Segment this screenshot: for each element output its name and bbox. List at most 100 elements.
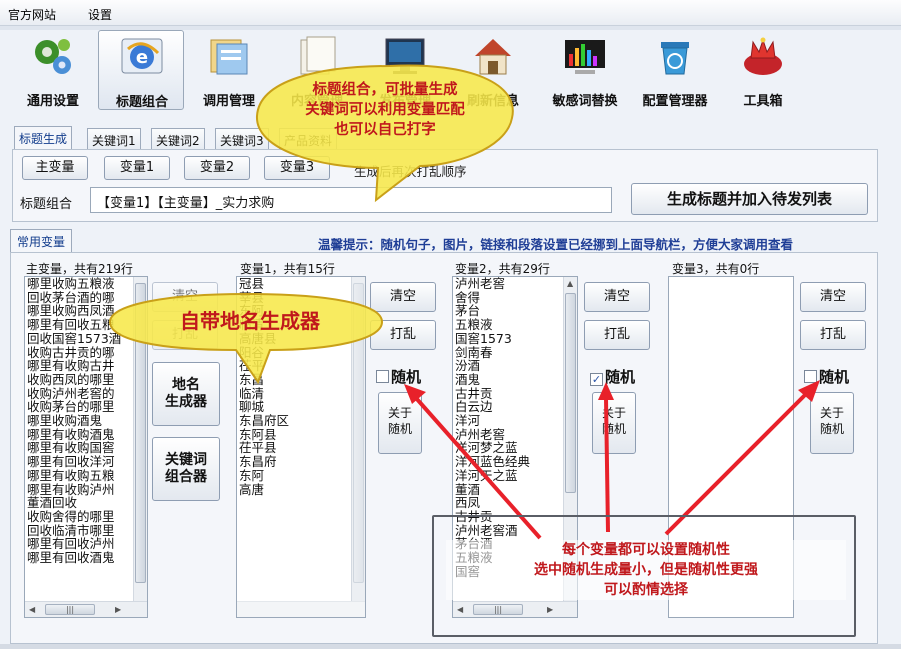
menu-official-site[interactable]: 官方网站 xyxy=(8,6,56,23)
list-item[interactable]: 东阿 xyxy=(239,469,351,483)
list-item[interactable]: 汾酒 xyxy=(455,359,563,373)
tab-keyword1[interactable]: 关键词1 xyxy=(87,128,141,150)
list-item[interactable]: 阳谷 xyxy=(239,345,351,360)
toolbar-config-manager[interactable]: 配置管理器 xyxy=(632,30,718,110)
list-item[interactable]: 哪里收购西凤酒 xyxy=(27,304,133,318)
list-item[interactable]: 古井贡 xyxy=(455,386,563,401)
list-item[interactable]: 董酒 xyxy=(455,482,563,497)
var3-about-random-button[interactable]: 关于 随机 xyxy=(810,392,854,454)
list-item[interactable]: 董酒回收 xyxy=(27,496,133,510)
var3-clear-button[interactable]: 清空 xyxy=(800,282,866,312)
list-item[interactable]: 五粮液 xyxy=(455,318,563,332)
list-item[interactable]: 舍得 xyxy=(455,290,563,305)
list-item[interactable]: 东阿县 xyxy=(239,428,351,442)
list-item[interactable]: 茅台 xyxy=(455,304,563,318)
list-item[interactable]: 泸州老窖 xyxy=(455,277,563,291)
tab-keyword3[interactable]: 关键词3 xyxy=(215,128,269,150)
list-item[interactable]: 哪里有收购泸州 xyxy=(27,482,133,497)
list-item[interactable]: 临清 xyxy=(239,386,351,401)
var3-shuffle-button[interactable]: 打乱 xyxy=(800,320,866,350)
var3-random-checkbox[interactable]: 随机 xyxy=(804,366,849,387)
var1-count: 变量1，共有15行 xyxy=(240,262,335,276)
list-item[interactable]: 洋河梦之蓝 xyxy=(455,441,563,455)
list-item[interactable]: 哪里有收购古井 xyxy=(27,359,133,373)
folders-icon xyxy=(210,39,248,75)
var2-about-random-button[interactable]: 关于 随机 xyxy=(592,392,636,454)
tab-common-vars[interactable]: 常用变量 xyxy=(10,229,73,253)
list-item[interactable]: 洋河天之蓝 xyxy=(455,469,563,483)
list-item[interactable]: 回收茅台酒的哪 xyxy=(27,290,133,305)
place-name-generator-button[interactable]: 地名 生成器 xyxy=(152,362,220,426)
toolbar-label: 敏感词替换 xyxy=(552,94,618,109)
scroll-left-icon[interactable]: ◀ xyxy=(29,605,35,614)
generate-title-button[interactable]: 生成标题并加入待发列表 xyxy=(631,183,868,215)
list-item[interactable]: 收购泸州老窖的 xyxy=(27,386,133,401)
list-item[interactable]: 收购古井贡的哪 xyxy=(27,345,133,360)
list-item[interactable]: 西凤 xyxy=(455,496,563,510)
list-item[interactable]: 回收国窖1573酒 xyxy=(27,332,133,346)
main-var-button[interactable]: 主变量 xyxy=(22,156,88,180)
list-item[interactable]: 国窖1573 xyxy=(455,332,563,346)
checkbox-box[interactable] xyxy=(804,370,817,383)
list-item[interactable]: 高唐 xyxy=(239,482,351,497)
var3-button[interactable]: 变量3 xyxy=(264,156,330,180)
keyword-combiner-button[interactable]: 关键词 组合器 xyxy=(152,437,220,501)
list-item[interactable]: 哪里有收购国窖 xyxy=(27,441,133,455)
var1-button[interactable]: 变量1 xyxy=(104,156,170,180)
list-item[interactable]: 哪里有回收五粮 xyxy=(27,318,133,332)
list-item[interactable]: 茌平 xyxy=(239,359,351,373)
list-item[interactable]: 茌平县 xyxy=(239,441,351,455)
house-icon xyxy=(475,39,511,75)
list-item[interactable]: 哪里收购五粮液 xyxy=(27,277,133,291)
checkbox-box[interactable] xyxy=(376,370,389,383)
title-combo-input[interactable]: 【变量1】【主变量】_实力求购 xyxy=(90,187,612,213)
checkbox-box[interactable]: ✓ xyxy=(590,373,603,386)
list-item[interactable]: 白云边 xyxy=(455,400,563,414)
list-item[interactable]: 收购舍得的哪里 xyxy=(27,510,133,524)
top-callout-text: 标题组合，可批量生成 关键词可以利用变量匹配 也可以自己打字 xyxy=(305,82,465,138)
scroll-right-icon[interactable]: ▶ xyxy=(115,605,121,614)
list-item[interactable]: 东昌府 xyxy=(239,455,351,469)
toolbar-title-combo[interactable]: e 标题组合 xyxy=(98,30,184,110)
list-item[interactable]: 莘县 xyxy=(239,290,351,305)
var2-shuffle-button[interactable]: 打乱 xyxy=(584,320,650,350)
list-item[interactable]: 哪里收购酒鬼 xyxy=(27,414,133,428)
list-item[interactable]: 哪里有收购五粮 xyxy=(27,469,133,483)
tab-keyword2[interactable]: 关键词2 xyxy=(151,128,205,150)
scroll-thumb[interactable] xyxy=(565,293,576,493)
list-item[interactable]: 哪里有回收泸州 xyxy=(27,537,133,551)
list-item[interactable]: 收购西凤的哪里 xyxy=(27,373,133,387)
list-item[interactable]: 东昌府区 xyxy=(239,414,351,428)
list-item[interactable]: 哪里有回收洋河 xyxy=(27,455,133,469)
scroll-up-icon[interactable]: ▲ xyxy=(567,279,573,288)
menu-settings[interactable]: 设置 xyxy=(88,6,112,23)
toolbar-general-settings[interactable]: 通用设置 xyxy=(10,30,96,110)
list-item[interactable]: 洋河 xyxy=(455,414,563,428)
list-item[interactable]: 酒鬼 xyxy=(455,373,563,387)
list-item[interactable]: 聊城 xyxy=(239,400,351,414)
var2-random-checkbox[interactable]: ✓ 随机 xyxy=(590,366,635,387)
var1-random-checkbox[interactable]: 随机 xyxy=(376,366,421,387)
main-var-hscroll[interactable]: ◀ ||| ▶ xyxy=(25,601,147,617)
list-item[interactable]: 哪里有收购酒鬼 xyxy=(27,428,133,442)
var2-clear-button[interactable]: 清空 xyxy=(584,282,650,312)
var2-button[interactable]: 变量2 xyxy=(184,156,250,180)
toolbar-label: 标题组合 xyxy=(115,95,168,110)
list-item[interactable]: 回收临清市哪里 xyxy=(27,523,133,538)
toolbar-toolbox[interactable]: 工具箱 xyxy=(720,30,806,110)
scroll-thumb[interactable]: ||| xyxy=(45,604,95,615)
monitor-icon xyxy=(385,38,425,74)
toolbar-call-manage[interactable]: 调用管理 xyxy=(186,30,272,110)
var1-about-random-button[interactable]: 关于 随机 xyxy=(378,392,422,454)
tab-title-generate[interactable]: 标题生成 xyxy=(14,126,73,150)
list-item[interactable]: 东昌 xyxy=(239,373,351,387)
random-label: 随机 xyxy=(819,368,850,386)
var1-hscroll[interactable] xyxy=(237,601,365,617)
list-item[interactable]: 泸州老窖 xyxy=(455,428,563,442)
list-item[interactable]: 洋河蓝色经典 xyxy=(455,455,563,469)
list-item[interactable]: 剑南春 xyxy=(455,345,563,360)
list-item[interactable]: 哪里有回收酒鬼 xyxy=(27,551,133,565)
list-item[interactable]: 收购茅台的哪里 xyxy=(27,400,133,414)
list-item[interactable]: 冠县 xyxy=(239,277,351,291)
toolbar-sensitive-replace[interactable]: 敏感词替换 xyxy=(542,30,628,110)
